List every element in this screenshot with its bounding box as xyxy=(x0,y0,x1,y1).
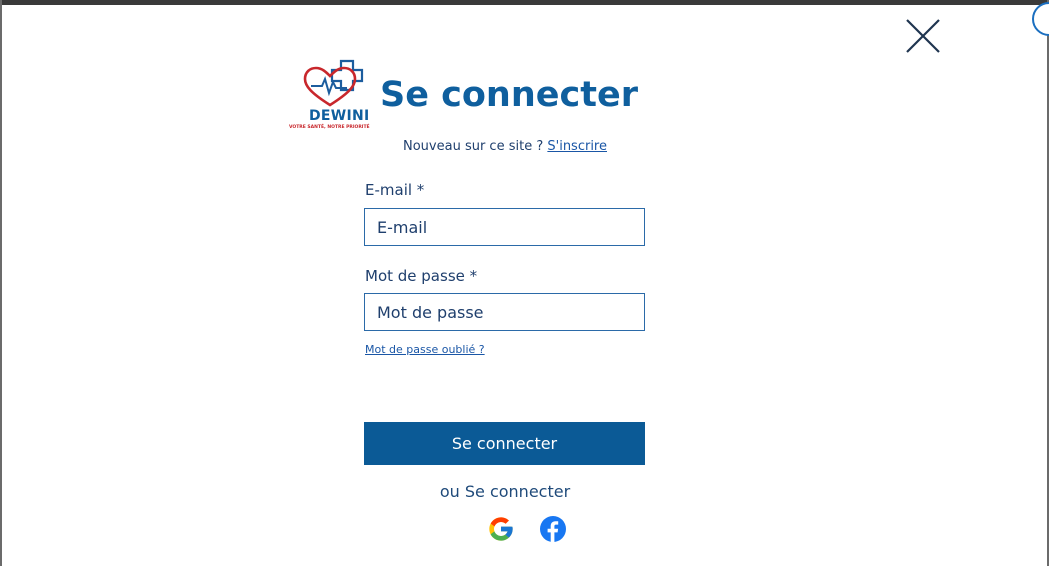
password-field[interactable] xyxy=(364,293,645,331)
close-icon xyxy=(906,19,940,53)
signup-link[interactable]: S'inscrire xyxy=(547,139,607,154)
close-button[interactable] xyxy=(904,17,942,55)
facebook-login-button[interactable] xyxy=(539,515,567,543)
page-title: Se connecter xyxy=(380,75,638,115)
alt-login-text: ou Se connecter xyxy=(439,482,571,501)
signup-prompt: Nouveau sur ce site ? S'inscrire xyxy=(0,139,1010,154)
login-button[interactable]: Se connecter xyxy=(364,422,645,465)
logo-brand-text: DEWINI xyxy=(309,108,370,124)
google-icon xyxy=(489,517,513,541)
google-login-button[interactable] xyxy=(487,515,515,543)
email-label: E-mail * xyxy=(365,181,425,199)
corner-badge[interactable] xyxy=(1032,2,1049,36)
email-field[interactable] xyxy=(364,208,645,246)
window-top-border xyxy=(0,0,1049,5)
password-label: Mot de passe * xyxy=(365,267,478,285)
signup-prompt-text: Nouveau sur ce site ? xyxy=(403,139,544,154)
forgot-password-link[interactable]: Mot de passe oublié ? xyxy=(365,343,485,356)
logo-tagline: VOTRE SANTÉ, NOTRE PRIORITÉ xyxy=(289,125,370,130)
facebook-icon xyxy=(540,516,566,542)
